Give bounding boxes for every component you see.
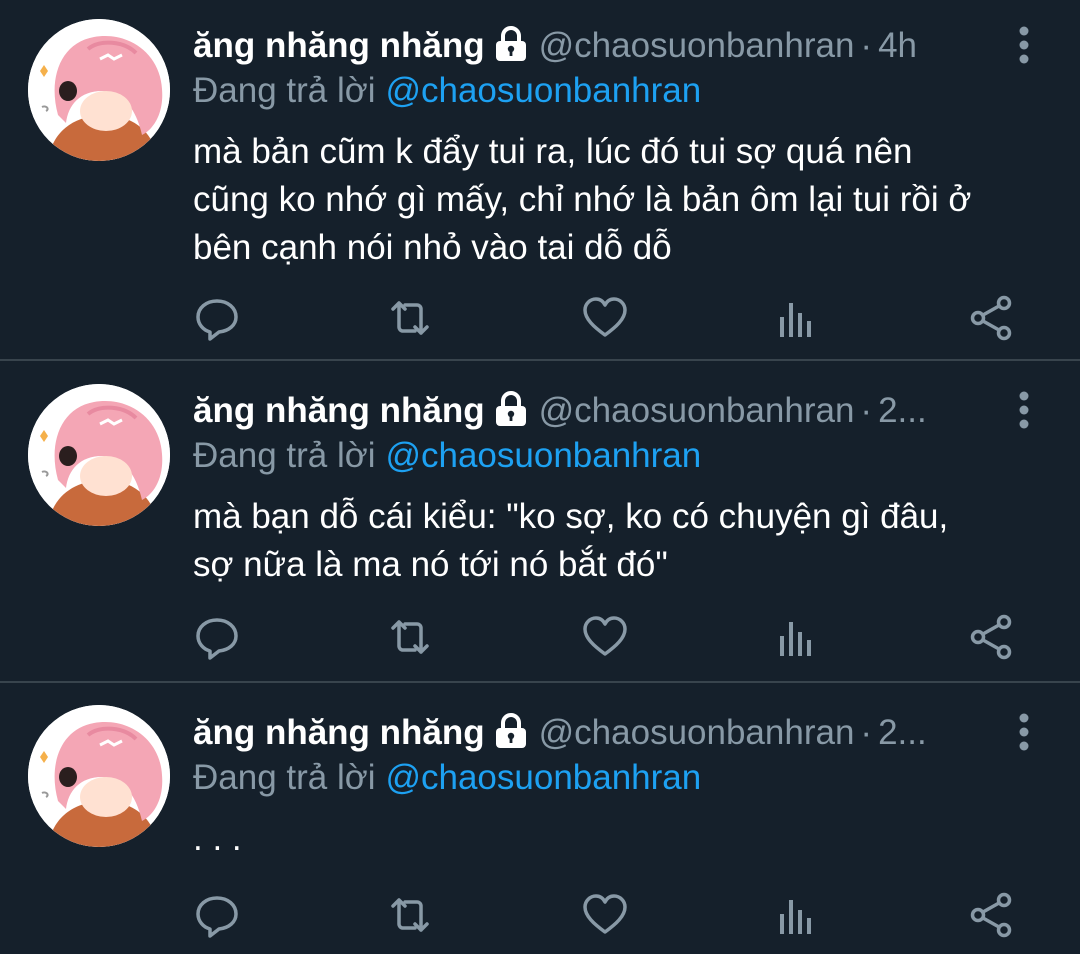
share-icon[interactable]: [966, 612, 1016, 662]
tweet[interactable]: ăng nhăng nhăng @chaosuonbanhran · 2... Đan…: [0, 361, 1080, 683]
tweet-header: ăng nhăng nhăng @chaosuonbanhran · 4h: [193, 22, 993, 70]
more-options-icon[interactable]: [1012, 387, 1036, 437]
handle[interactable]: @chaosuonbanhran: [539, 391, 855, 430]
avatar[interactable]: [28, 19, 170, 161]
analytics-icon[interactable]: [772, 612, 822, 662]
timestamp[interactable]: 2...: [878, 391, 927, 430]
like-icon[interactable]: [580, 612, 630, 662]
reply-context: Đang trả lời @chaosuonbanhran: [193, 432, 701, 480]
more-options-icon[interactable]: [1012, 22, 1036, 72]
avatar[interactable]: [28, 705, 170, 847]
retweet-icon[interactable]: [385, 293, 435, 343]
action-bar: [0, 612, 1080, 662]
tweet[interactable]: ăng nhăng nhăng @chaosuonbanhran · 2... Đan…: [0, 683, 1080, 954]
lock-icon: [491, 390, 531, 428]
analytics-icon[interactable]: [772, 890, 822, 940]
reply-icon[interactable]: [192, 293, 242, 343]
timestamp[interactable]: 4h: [878, 26, 917, 65]
tweet-text: . . .: [193, 819, 242, 858]
display-name[interactable]: ăng nhăng nhăng: [193, 26, 485, 65]
handle[interactable]: @chaosuonbanhran: [539, 713, 855, 752]
reply-icon[interactable]: [192, 612, 242, 662]
reply-mention-link[interactable]: @chaosuonbanhran: [385, 758, 701, 797]
timestamp[interactable]: 2...: [878, 713, 927, 752]
reply-context: Đang trả lời @chaosuonbanhran: [193, 754, 701, 802]
like-icon[interactable]: [580, 293, 630, 343]
lock-icon: [491, 712, 531, 750]
reply-prefix: Đang trả lời: [193, 71, 376, 110]
action-bar: [0, 293, 1080, 343]
tweet-header: ăng nhăng nhăng @chaosuonbanhran · 2...: [193, 387, 993, 435]
separator: ·: [860, 391, 873, 430]
retweet-icon[interactable]: [385, 612, 435, 662]
more-options-icon[interactable]: [1012, 709, 1036, 759]
tweet-header: ăng nhăng nhăng @chaosuonbanhran · 2...: [193, 709, 993, 757]
like-icon[interactable]: [580, 890, 630, 940]
lock-icon: [491, 25, 531, 63]
separator: ·: [860, 26, 873, 65]
reply-prefix: Đang trả lời: [193, 758, 376, 797]
reply-context: Đang trả lời @chaosuonbanhran: [193, 67, 701, 115]
tweet[interactable]: ăng nhăng nhăng @chaosuonbanhran · 4h Đang …: [0, 0, 1080, 361]
action-bar: [0, 890, 1080, 940]
reply-icon[interactable]: [192, 890, 242, 940]
reply-mention-link[interactable]: @chaosuonbanhran: [385, 436, 701, 475]
retweet-icon[interactable]: [385, 890, 435, 940]
share-icon[interactable]: [966, 293, 1016, 343]
tweet-text: mà bạn dỗ cái kiểu: "ko sợ, ko có chuyện…: [193, 497, 949, 584]
display-name[interactable]: ăng nhăng nhăng: [193, 391, 485, 430]
reply-mention-link[interactable]: @chaosuonbanhran: [385, 71, 701, 110]
display-name[interactable]: ăng nhăng nhăng: [193, 713, 485, 752]
separator: ·: [860, 713, 873, 752]
analytics-icon[interactable]: [772, 293, 822, 343]
avatar[interactable]: [28, 384, 170, 526]
timeline: ăng nhăng nhăng @chaosuonbanhran · 4h Đang …: [0, 0, 1080, 954]
handle[interactable]: @chaosuonbanhran: [539, 26, 855, 65]
share-icon[interactable]: [966, 890, 1016, 940]
reply-prefix: Đang trả lời: [193, 436, 376, 475]
tweet-text: mà bản cũm k đẩy tui ra, lúc đó tui sợ q…: [193, 132, 972, 267]
